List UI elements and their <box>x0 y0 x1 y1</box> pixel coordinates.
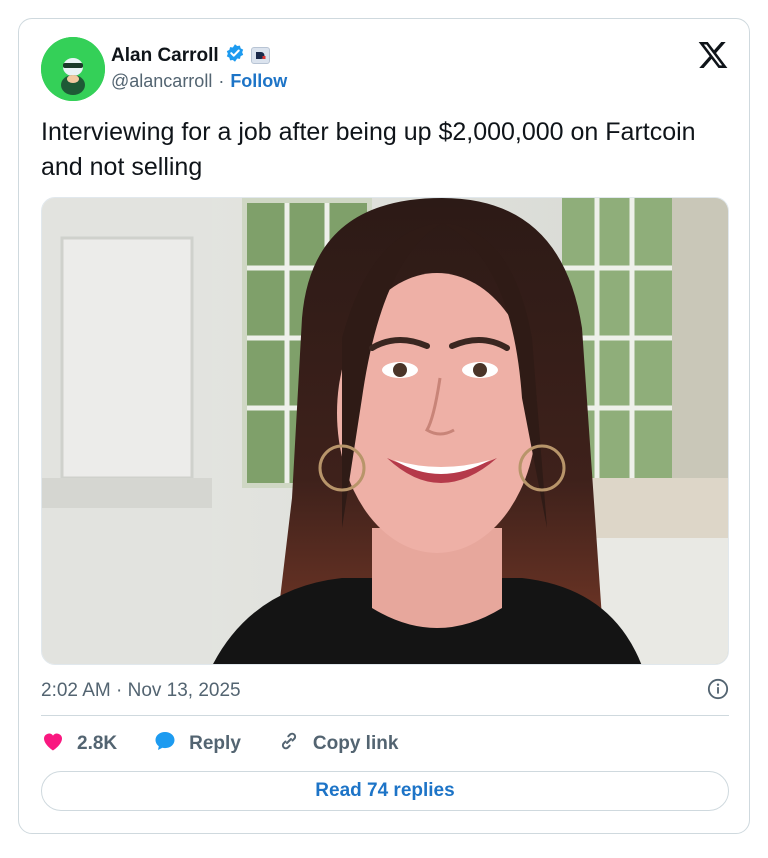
divider <box>41 715 729 716</box>
timestamp-row: 2:02 AM · Nov 13, 2025 <box>41 677 729 705</box>
link-icon <box>277 729 301 759</box>
affiliate-badge-icon[interactable] <box>250 47 270 64</box>
reply-button[interactable]: Reply <box>153 729 241 759</box>
like-count: 2.8K <box>77 733 118 754</box>
heart-icon <box>41 729 65 759</box>
avatar[interactable] <box>41 37 105 101</box>
x-logo-icon[interactable] <box>697 39 729 71</box>
reply-bubble-icon <box>153 729 177 759</box>
info-icon[interactable] <box>707 678 729 705</box>
follow-button[interactable]: Follow <box>230 71 287 92</box>
read-replies-button[interactable]: Read 74 replies <box>41 771 729 811</box>
tweet-card: Alan Carroll @alancarroll · Follow Inter… <box>18 18 750 834</box>
separator-dot: · <box>218 71 225 91</box>
copy-link-label: Copy link <box>312 733 399 754</box>
handle-row: @alancarroll · Follow <box>111 71 287 92</box>
reply-label: Reply <box>189 733 241 754</box>
tweet-image[interactable] <box>41 197 729 665</box>
tweet-text: Interviewing for a job after being up $2… <box>41 118 696 181</box>
author-name[interactable]: Alan Carroll <box>111 45 219 67</box>
tweet-timestamp[interactable]: 2:02 AM · Nov 13, 2025 <box>41 680 241 702</box>
action-bar: 2.8K Reply Copy link <box>41 729 434 759</box>
copy-link-button[interactable]: Copy link <box>277 729 399 759</box>
author-name-row: Alan Carroll <box>111 43 270 68</box>
verified-badge-icon <box>225 43 245 68</box>
like-button[interactable]: 2.8K <box>41 729 117 759</box>
author-handle[interactable]: @alancarroll <box>111 71 212 92</box>
